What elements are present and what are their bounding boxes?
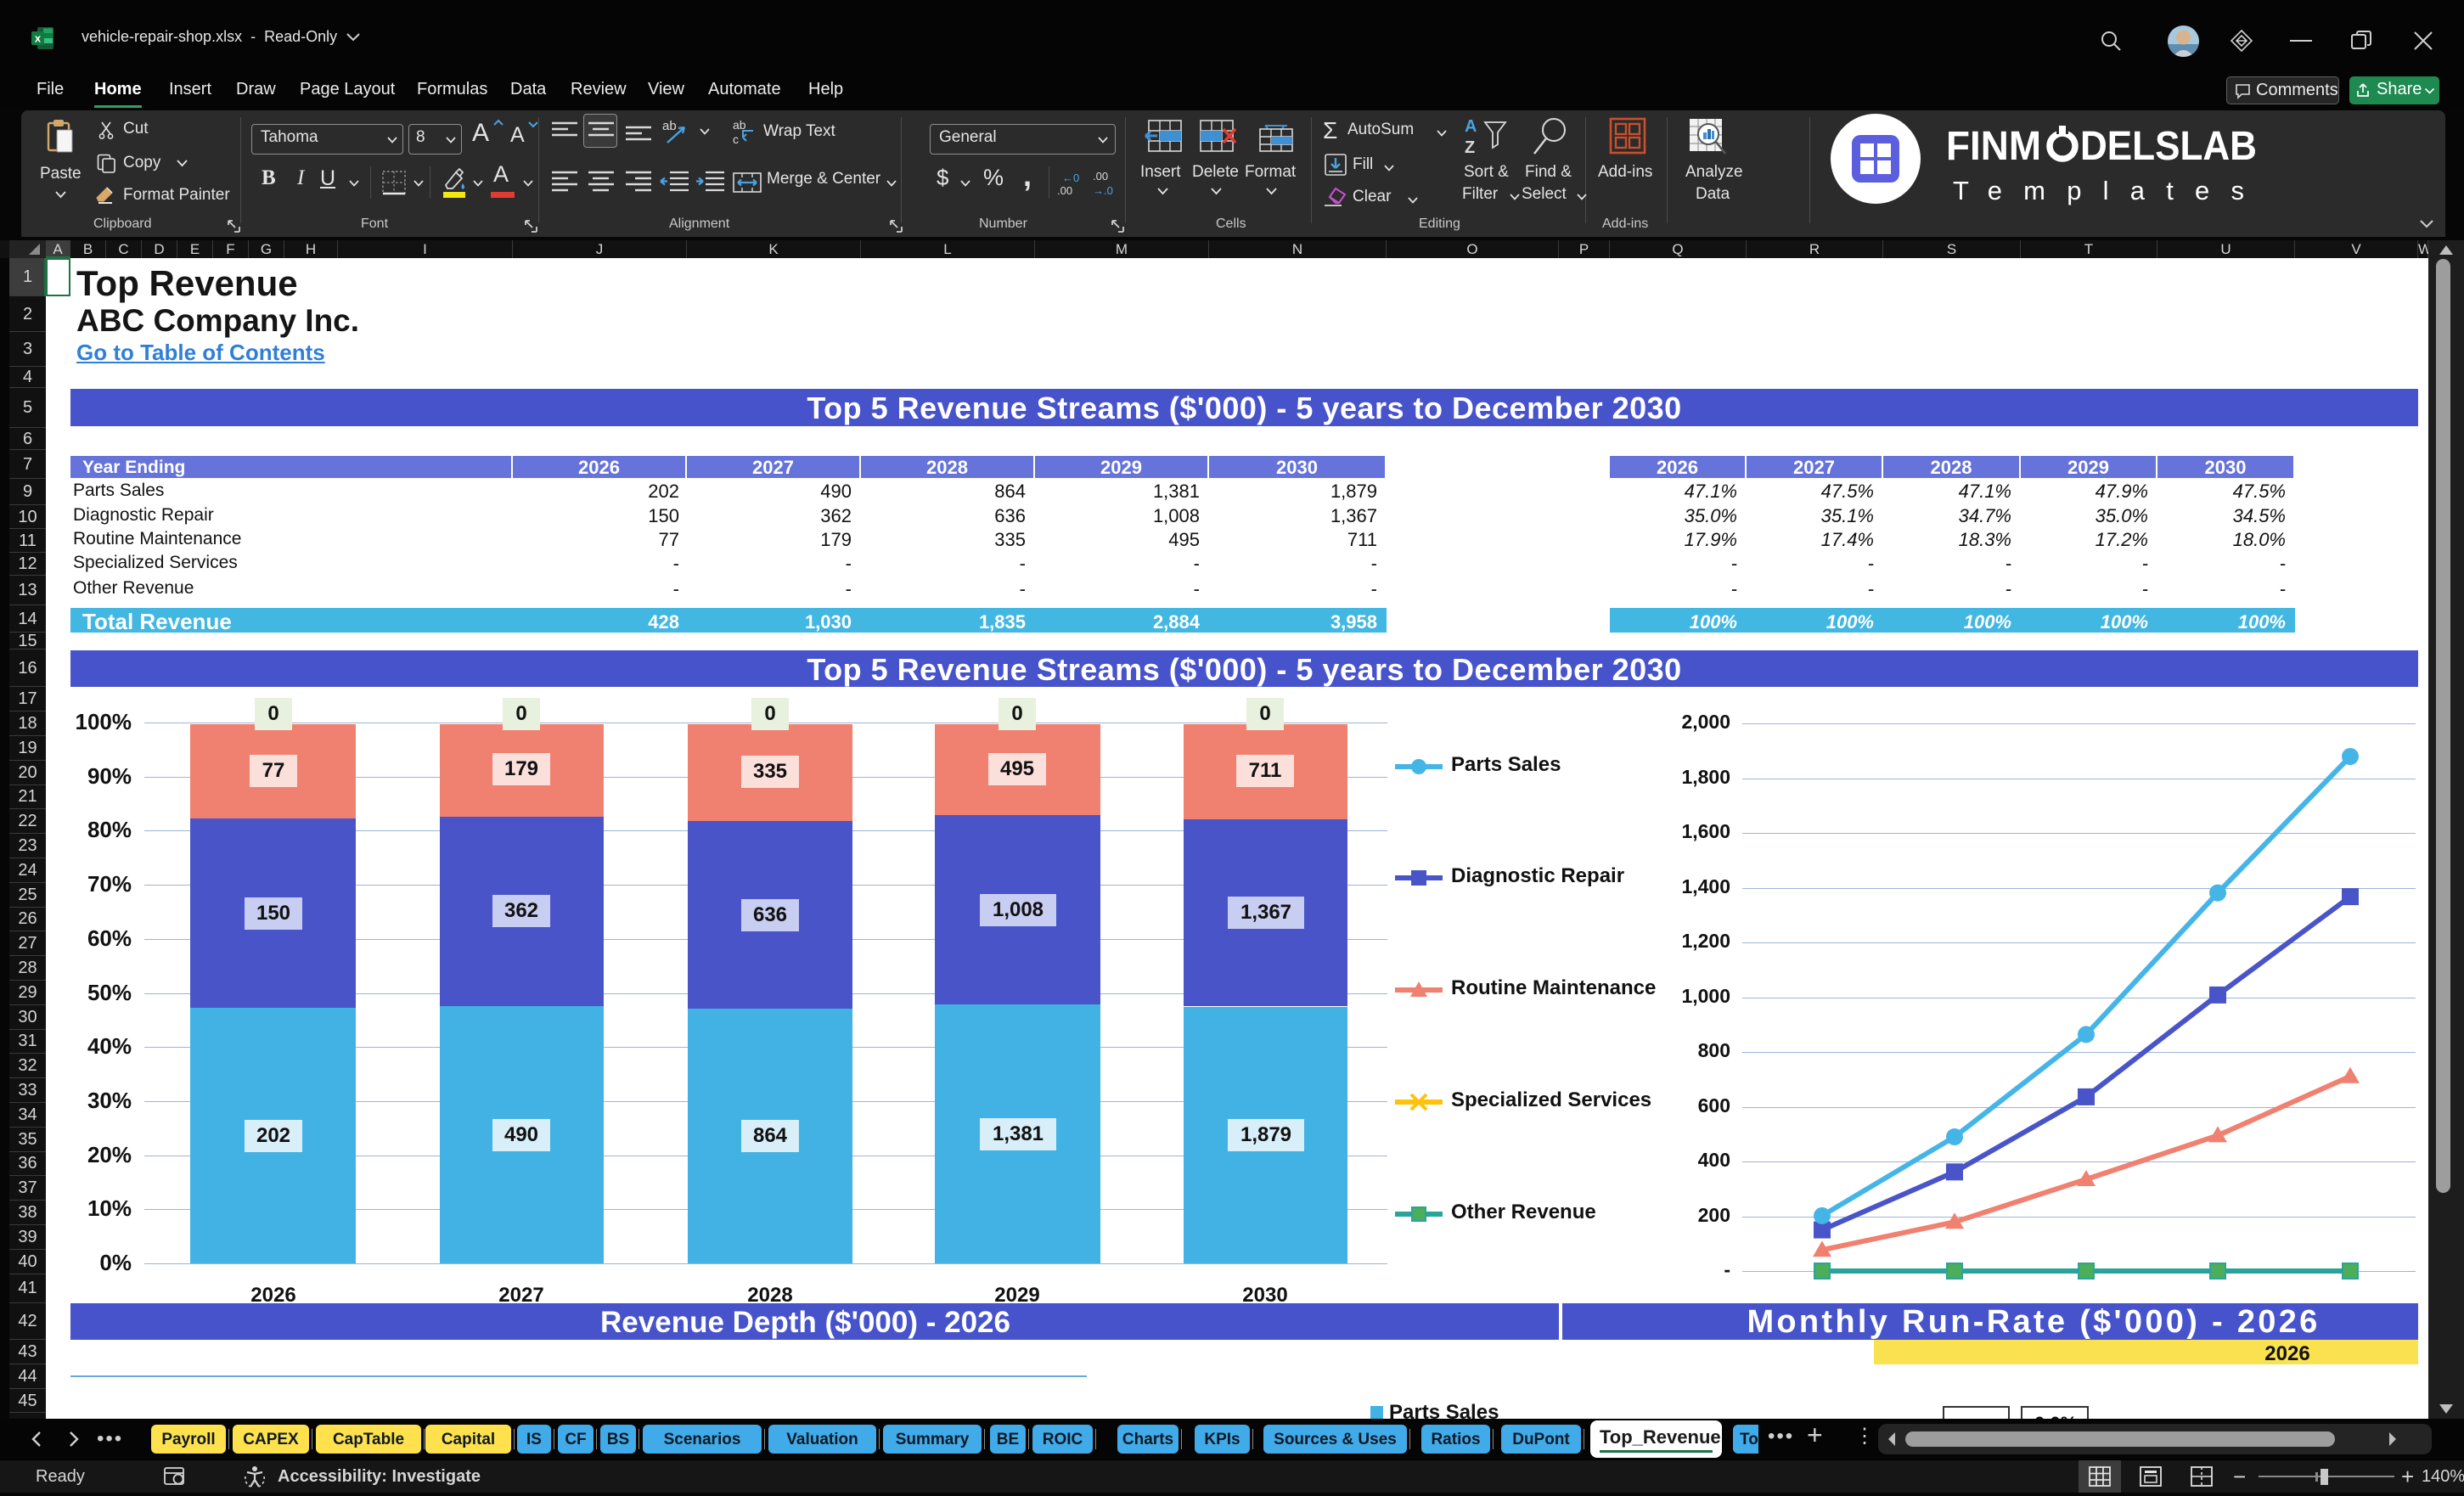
svg-text:Z: Z bbox=[1465, 138, 1475, 157]
svg-text:x: x bbox=[35, 32, 42, 45]
svg-text:→.0: →.0 bbox=[1093, 184, 1113, 197]
svg-text:.00: .00 bbox=[1093, 170, 1108, 183]
svg-text:c: c bbox=[733, 132, 739, 146]
svg-text:ab: ab bbox=[733, 118, 746, 132]
svg-text:A: A bbox=[1465, 117, 1477, 136]
svg-text:←0: ←0 bbox=[1062, 172, 1079, 184]
svg-text:Templates: Templates bbox=[1953, 176, 2255, 205]
svg-text:.00: .00 bbox=[1057, 184, 1072, 197]
svg-text:FINM: FINM bbox=[1946, 126, 2041, 169]
svg-text:ab: ab bbox=[662, 119, 677, 133]
svg-text:DELSLAB: DELSLAB bbox=[2080, 126, 2257, 169]
